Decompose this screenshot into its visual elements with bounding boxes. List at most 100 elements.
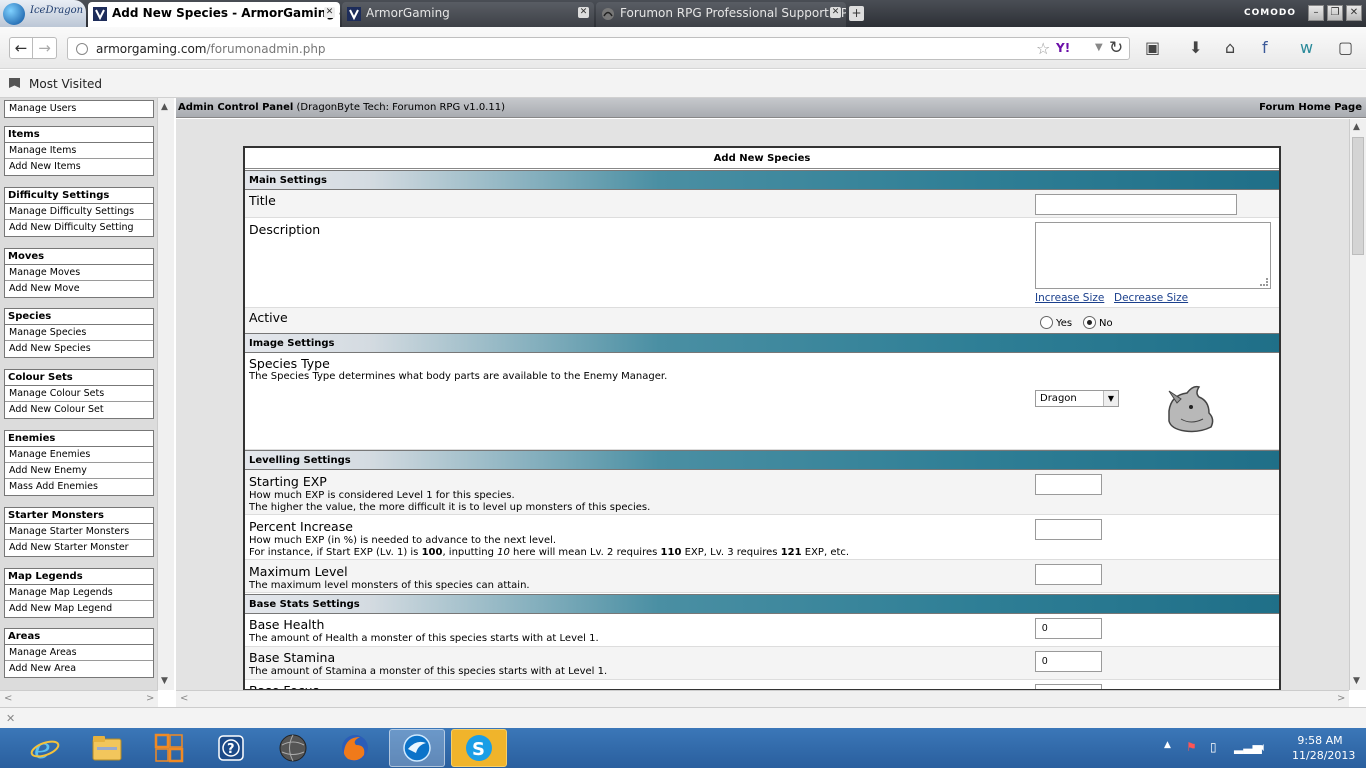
resize-grip-icon[interactable] [1260, 278, 1268, 286]
sidebar-link-manage-areas[interactable]: Manage Areas [5, 645, 153, 661]
scroll-right-icon[interactable]: > [1337, 693, 1345, 704]
address-bar[interactable]: armorgaming.com/forumonadmin.php ☆ Y! ▼ … [67, 37, 1130, 60]
sidebar-link-add-species[interactable]: Add New Species [5, 341, 153, 357]
device-icon[interactable]: ▯ [1210, 740, 1217, 754]
scroll-left-icon[interactable]: < [180, 693, 188, 704]
taskbar-globe-app[interactable] [265, 729, 321, 767]
sidebar-link-manage-users[interactable]: Manage Users [5, 101, 153, 117]
tab-armorgaming[interactable]: ArmorGaming ✕ [342, 2, 594, 27]
sidebar-link-add-area[interactable]: Add New Area [5, 661, 153, 677]
sidebar-link-manage-map-legends[interactable]: Manage Map Legends [5, 585, 153, 601]
description-textarea[interactable] [1035, 222, 1271, 289]
scroll-right-icon[interactable]: > [146, 693, 154, 704]
sidebar-link-add-enemy[interactable]: Add New Enemy [5, 463, 153, 479]
yahoo-search-icon[interactable]: Y! [1056, 41, 1070, 55]
percent-increase-label: Percent Increase [249, 519, 353, 534]
tab-close-icon[interactable]: ✕ [830, 7, 841, 18]
new-tab-button[interactable]: + [849, 6, 864, 21]
percent-increase-desc-line1: How much EXP (in %) is needed to advance… [249, 535, 557, 546]
taskbar-file-explorer[interactable] [79, 729, 135, 767]
download-icon[interactable]: ⬇ [1189, 38, 1202, 57]
browser-menu-button[interactable]: IceDragon [0, 0, 86, 27]
facebook-icon[interactable]: f [1262, 38, 1268, 57]
svg-text:S: S [472, 739, 485, 760]
nav-group-enemies: Enemies Manage Enemies Add New Enemy Mas… [4, 430, 154, 496]
action-center-flag-icon[interactable]: ⚑ [1186, 740, 1197, 754]
nav-group-moves: Moves Manage Moves Add New Move [4, 248, 154, 298]
increase-size-link[interactable]: Increase Size [1035, 292, 1104, 304]
sidebar-link-manage-items[interactable]: Manage Items [5, 143, 153, 159]
chevron-down-icon[interactable]: ▼ [1103, 391, 1118, 406]
volume-icon[interactable]: 🔈︎ [1260, 740, 1267, 755]
taskbar-icedragon[interactable] [389, 729, 445, 767]
bookmark-star-icon[interactable]: ☆ [1036, 39, 1050, 58]
scroll-up-icon[interactable]: ▲ [161, 102, 168, 112]
tray-expand-icon[interactable]: ▲ [1164, 740, 1171, 750]
scroll-left-icon[interactable]: < [4, 693, 12, 704]
sidebar-link-manage-moves[interactable]: Manage Moves [5, 265, 153, 281]
title-label: Title [249, 193, 276, 208]
taskbar-help[interactable]: ? [203, 729, 259, 767]
tab-forumon-support[interactable]: Forumon RPG Professional Support - P... … [596, 2, 846, 27]
svg-text:?: ? [227, 742, 235, 757]
reload-icon[interactable]: ↻ [1109, 38, 1123, 58]
scroll-down-icon[interactable]: ▼ [161, 676, 168, 686]
network-signal-icon[interactable]: ▂▃▅ [1234, 740, 1262, 754]
sidebar-link-manage-difficulty[interactable]: Manage Difficulty Settings [5, 204, 153, 220]
decrease-size-link[interactable]: Decrease Size [1114, 292, 1188, 304]
sidebar-link-add-starter-monster[interactable]: Add New Starter Monster [5, 540, 153, 556]
sidebar-link-mass-add-enemies[interactable]: Mass Add Enemies [5, 479, 153, 495]
sidebar-link-add-difficulty[interactable]: Add New Difficulty Setting [5, 220, 153, 236]
social-share-icon[interactable]: w [1300, 38, 1313, 57]
scrollbar-thumb[interactable] [1352, 137, 1364, 255]
taskbar-app-grid[interactable] [141, 729, 197, 767]
close-icon[interactable]: ✕ [6, 712, 15, 725]
species-type-select[interactable]: Dragon ▼ [1035, 390, 1119, 407]
maximum-level-input[interactable] [1035, 564, 1102, 585]
main-scrollbar[interactable]: ▲ ▼ [1349, 119, 1366, 690]
tab-close-icon[interactable]: ✕ [578, 7, 589, 18]
system-clock[interactable]: 9:58 AM 11/28/2013 [1292, 733, 1355, 763]
scroll-down-icon[interactable]: ▼ [1353, 676, 1360, 686]
taskbar-internet-explorer[interactable]: e [17, 729, 73, 767]
sidebar-link-manage-enemies[interactable]: Manage Enemies [5, 447, 153, 463]
home-icon[interactable]: ⌂ [1225, 38, 1235, 57]
sidebar-link-add-map-legend[interactable]: Add New Map Legend [5, 601, 153, 617]
sidebar-link-manage-species[interactable]: Manage Species [5, 325, 153, 341]
bookmarks-bar: Most Visited [0, 70, 1366, 98]
minimize-button[interactable]: – [1308, 5, 1324, 21]
forum-home-link[interactable]: Forum Home Page [1259, 102, 1362, 113]
starting-exp-input[interactable] [1035, 474, 1102, 495]
forward-button[interactable]: → [33, 37, 57, 59]
base-health-input[interactable] [1035, 618, 1102, 639]
fullscreen-icon[interactable]: ▢ [1338, 38, 1353, 57]
row-base-stamina: Base Stamina The amount of Stamina a mon… [245, 647, 1279, 680]
sidebar-link-add-new-items[interactable]: Add New Items [5, 159, 153, 175]
bookmarks-menu-icon[interactable]: ▣ [1145, 38, 1160, 57]
tab-add-new-species[interactable]: Add New Species - ArmorGaming - ... ✕ [88, 2, 340, 27]
most-visited-bookmark[interactable]: Most Visited [29, 77, 102, 91]
active-yes-radio[interactable] [1040, 316, 1053, 329]
active-no-radio[interactable] [1083, 316, 1096, 329]
nav-group-header: Areas [5, 629, 153, 645]
back-button[interactable]: ← [9, 37, 33, 59]
title-input[interactable] [1035, 194, 1237, 215]
sidebar-link-add-move[interactable]: Add New Move [5, 281, 153, 297]
sidebar-link-add-colour-set[interactable]: Add New Colour Set [5, 402, 153, 418]
percent-increase-input[interactable] [1035, 519, 1102, 540]
close-window-button[interactable]: ✕ [1346, 5, 1362, 21]
maximum-level-description: The maximum level monsters of this speci… [249, 580, 530, 591]
percent-increase-desc-line2: For instance, if Start EXP (Lv. 1) is 10… [249, 547, 850, 558]
taskbar-skype[interactable]: S [451, 729, 507, 767]
main-horizontal-scrollbar[interactable]: < > [176, 690, 1349, 707]
tab-close-icon[interactable]: ✕ [324, 7, 335, 18]
maximize-button[interactable]: ❐ [1327, 5, 1343, 21]
sidebar-scrollbar[interactable]: ▲ ▼ [157, 98, 174, 690]
sidebar-link-manage-starter-monsters[interactable]: Manage Starter Monsters [5, 524, 153, 540]
sidebar-link-manage-colour-sets[interactable]: Manage Colour Sets [5, 386, 153, 402]
scroll-up-icon[interactable]: ▲ [1353, 122, 1360, 132]
sidebar-horizontal-scrollbar[interactable]: < > [0, 690, 158, 707]
taskbar-firefox[interactable] [327, 729, 383, 767]
base-stamina-input[interactable] [1035, 651, 1102, 672]
chevron-down-icon[interactable]: ▼ [1095, 42, 1103, 53]
